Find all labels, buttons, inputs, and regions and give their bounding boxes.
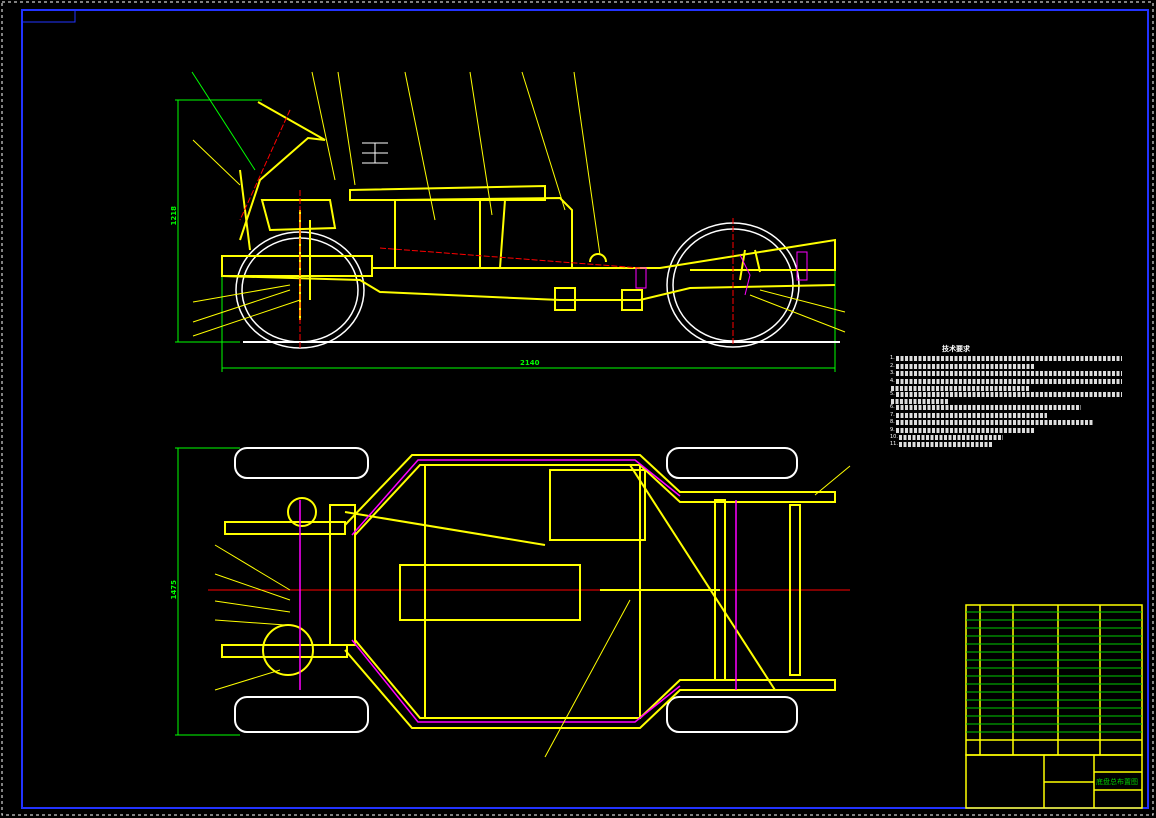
top-dimensions xyxy=(175,447,240,736)
requirement-line: 1. xyxy=(890,355,1122,362)
parts-list-rows xyxy=(966,611,1142,733)
top-view xyxy=(175,447,851,758)
side-wheels xyxy=(235,222,800,349)
shift-pattern-icon xyxy=(362,142,388,164)
dimension-side-length: 2140 xyxy=(520,359,540,367)
technical-requirements-heading: 技术要求 xyxy=(942,345,970,353)
dimension-side-height: 1218 xyxy=(170,206,178,226)
requirement-line: 5. xyxy=(890,391,1122,398)
side-frame xyxy=(221,101,836,320)
requirement-line: 4. xyxy=(890,378,1122,385)
top-leaders xyxy=(214,465,851,758)
corner-label-box xyxy=(21,9,76,23)
requirement-line: 11. xyxy=(890,441,1122,448)
requirement-line: 9. xyxy=(890,427,1122,434)
requirement-line: 7. xyxy=(890,412,1122,419)
top-frame xyxy=(221,454,836,729)
drawing-title: 底盘总布置图 xyxy=(1096,778,1138,786)
requirement-line: 2. xyxy=(890,363,1122,370)
technical-requirements: 技术要求 1. 2. 3. 4. 5. 6. 7. 8. 9. 10. 11. xyxy=(890,345,1122,449)
dimension-top-width: 1475 xyxy=(170,580,178,600)
side-leaders xyxy=(191,71,846,337)
requirement-line: 3. xyxy=(890,370,1122,377)
side-view xyxy=(175,71,846,372)
requirement-line: 8. xyxy=(890,419,1122,426)
requirement-line: 6. xyxy=(890,404,1122,411)
requirement-line: 10. xyxy=(890,434,1122,441)
side-centerlines xyxy=(239,109,734,350)
